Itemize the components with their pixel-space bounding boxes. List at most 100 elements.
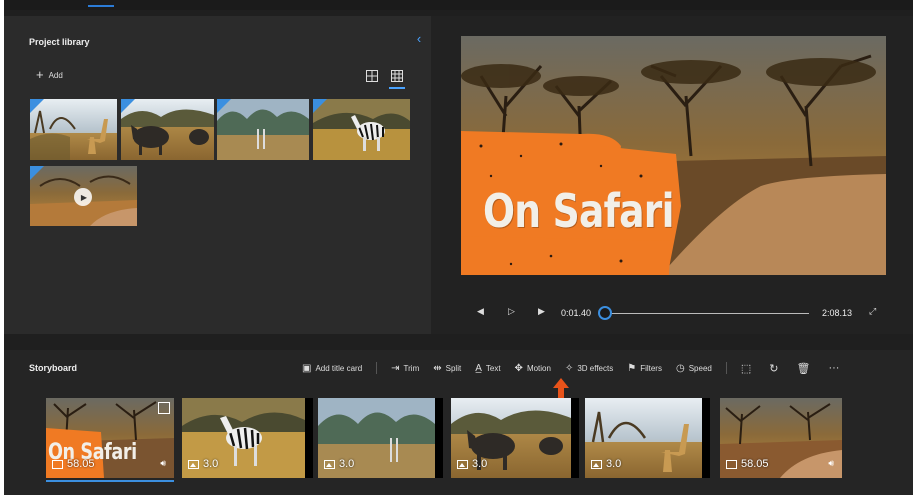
fullscreen-icon[interactable]: ⤢	[869, 306, 876, 317]
active-tab-indicator	[88, 5, 114, 7]
3d-effects-label: 3D effects	[577, 363, 614, 373]
grid-large-icon[interactable]	[366, 69, 380, 83]
current-time: 0:01.40	[561, 308, 592, 318]
library-item-zebra[interactable]	[313, 99, 410, 160]
preview-panel: On Safari ◀︎ ▷ ▶︎ 0:01.40 2:08.13 ⤢	[431, 16, 913, 334]
motion-icon: ✥	[514, 362, 523, 374]
speaker-icon: 🔊︎	[828, 458, 834, 468]
storyboard-title: Storyboard	[29, 363, 78, 373]
library-item-wildebeest[interactable]	[121, 99, 214, 160]
clip-letterbox	[702, 398, 710, 478]
video-icon	[52, 459, 63, 469]
storyboard-clip-landscape[interactable]: 3.0	[318, 398, 435, 478]
storyboard-panel: Storyboard ▣ Add title card ⇥ Trim ⇹ Spl…	[4, 350, 913, 495]
selected-clip-indicator	[46, 480, 174, 482]
more-options-button[interactable]: ···	[828, 362, 839, 374]
filters-label: Filters	[640, 363, 662, 373]
split-icon: ⇹	[433, 362, 442, 374]
image-icon	[457, 459, 468, 469]
text-label: Text	[485, 363, 501, 373]
grid-small-icon[interactable]	[389, 69, 405, 89]
clip-duration: 3.0	[324, 458, 354, 470]
library-title: Project library	[29, 37, 90, 47]
resize-icon[interactable]: ⬚	[741, 362, 751, 375]
storyboard-clip-road-video[interactable]: 58.05 🔊︎	[720, 398, 842, 478]
total-time: 2:08.13	[822, 308, 853, 318]
media-corner-marker	[30, 166, 44, 180]
playback-controls: ◀︎ ▷ ▶︎ 0:01.40 2:08.13 ⤢	[471, 306, 891, 322]
add-title-card-label: Add title card	[315, 363, 363, 373]
clip-duration: 3.0	[188, 458, 218, 470]
view-selected-indicator	[389, 87, 405, 89]
trim-label: Trim	[403, 363, 420, 373]
media-corner-marker	[30, 99, 44, 113]
clip-letterbox	[435, 398, 443, 478]
clip-select-checkbox[interactable]	[158, 402, 170, 414]
clip-duration-value: 3.0	[606, 458, 622, 470]
clip-letterbox	[305, 398, 313, 478]
clip-duration: 3.0	[457, 458, 487, 470]
speaker-icon: 🔊︎	[160, 458, 166, 468]
add-title-card-button[interactable]: ▣ Add title card	[302, 363, 362, 374]
media-corner-marker	[121, 99, 135, 113]
skip-forward-icon[interactable]: ▶︎	[538, 306, 545, 317]
filters-button[interactable]: ⚑ Filters	[627, 363, 662, 374]
video-title-overlay: On Safari	[483, 184, 675, 238]
trim-button[interactable]: ⇥ Trim	[391, 363, 419, 374]
library-item-giraffe[interactable]	[30, 99, 117, 160]
app-window: Project library ‹ + Add ▶ On Safari ◀︎ ▷…	[4, 0, 913, 495]
clip-letterbox	[571, 398, 579, 478]
storyboard-clip-title-video[interactable]: On Safari 58.05 🔊︎	[46, 398, 174, 478]
clip-duration: 3.0	[591, 458, 621, 470]
toolbar-divider	[376, 362, 378, 374]
media-corner-marker	[313, 99, 327, 113]
motion-label: Motion	[526, 363, 551, 373]
speed-button[interactable]: ◷ Speed	[676, 363, 712, 374]
clip-duration-value: 58.05	[741, 458, 769, 470]
video-preview: On Safari	[461, 36, 886, 275]
rotate-icon[interactable]: ↻	[769, 362, 778, 375]
speed-label: Speed	[688, 363, 712, 373]
delete-icon[interactable]: 🗑︎	[796, 362, 810, 375]
image-icon	[591, 459, 602, 469]
seek-handle[interactable]	[598, 306, 612, 320]
image-icon	[188, 459, 199, 469]
library-item-landscape[interactable]	[217, 99, 309, 160]
clip-duration-value: 3.0	[339, 458, 355, 470]
motion-button[interactable]: ✥ Motion	[515, 363, 551, 374]
image-icon	[324, 459, 335, 469]
3d-effects-button[interactable]: ✧ 3D effects	[565, 363, 613, 374]
split-button[interactable]: ⇹ Split	[433, 363, 461, 374]
storyboard-clip-wildebeest[interactable]: 3.0	[451, 398, 571, 478]
clip-duration: 58.05	[52, 458, 95, 470]
toolbar-divider	[725, 362, 727, 374]
top-bar	[4, 0, 913, 10]
text-icon: A̲	[475, 362, 482, 374]
skip-back-icon[interactable]: ◀︎	[477, 306, 484, 317]
seek-track[interactable]	[604, 313, 809, 314]
add-label: Add	[48, 70, 63, 80]
storyboard-toolbar: ▣ Add title card ⇥ Trim ⇹ Split A̲ Text …	[302, 360, 857, 376]
add-media-button[interactable]: + Add	[36, 68, 63, 82]
clip-duration: 58.05	[726, 458, 769, 470]
3d-effects-icon: ✧	[564, 362, 574, 374]
play-icon[interactable]: ▷	[508, 306, 515, 317]
media-corner-marker	[217, 99, 231, 113]
library-item-safari-video[interactable]: ▶	[30, 166, 137, 226]
video-icon	[726, 459, 737, 469]
play-icon: ▶	[74, 188, 92, 206]
clip-duration-value: 3.0	[203, 458, 219, 470]
speed-icon: ◷	[675, 362, 685, 374]
filters-icon: ⚑	[627, 362, 637, 374]
title-card-icon: ▣	[302, 362, 312, 374]
storyboard-clip-zebra[interactable]: 3.0	[182, 398, 305, 478]
trim-icon: ⇥	[391, 362, 400, 374]
split-label: Split	[445, 363, 462, 373]
storyboard-clip-giraffe[interactable]: 3.0	[585, 398, 702, 478]
chevron-left-icon[interactable]: ‹	[412, 32, 426, 46]
plus-icon: +	[36, 67, 44, 82]
clip-duration-value: 58.05	[67, 458, 95, 470]
project-library-panel: Project library ‹ + Add ▶	[4, 16, 431, 334]
clip-duration-value: 3.0	[472, 458, 488, 470]
text-button[interactable]: A̲ Text	[475, 363, 500, 374]
